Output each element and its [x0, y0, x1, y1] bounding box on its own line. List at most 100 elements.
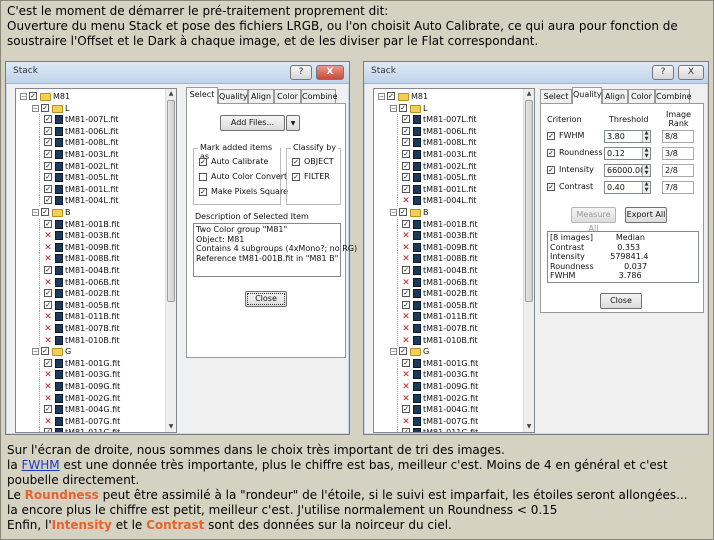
tree-row[interactable]: ✕ tM81-006B.fit — [16, 276, 164, 289]
tree-row[interactable]: ✕ tM81-009G.fit — [16, 381, 164, 393]
collapse-toggle-icon[interactable]: − — [32, 104, 39, 112]
checkbox[interactable]: ✓ — [41, 208, 49, 216]
tree-row[interactable]: ✕ tM81-007B.fit — [16, 323, 164, 335]
tree-row[interactable]: ✓ tM81-001B.fit — [16, 218, 164, 231]
threshold-spinner[interactable]: 66000.00 ▲ ▼ — [604, 164, 651, 177]
reject-icon[interactable]: ✕ — [44, 313, 52, 322]
checkbox[interactable]: ✓ — [402, 358, 410, 367]
tree-row[interactable]: ✕ tM81-008B.fit — [374, 253, 522, 265]
checkbox[interactable]: ✓ — [44, 161, 52, 170]
checkbox[interactable]: ✓ — [44, 358, 52, 367]
tree-row[interactable]: ✓ tM81-002L.fit — [16, 160, 164, 173]
tree-row[interactable]: ✓ tM81-001L.fit — [16, 183, 164, 196]
tree-row[interactable]: ✕ tM81-009B.fit — [374, 241, 522, 254]
checkbox[interactable]: ✓ — [399, 208, 407, 216]
tree-row[interactable]: ✕ tM81-010B.fit — [16, 334, 164, 347]
tree-row[interactable]: − ✓ L — [16, 103, 164, 115]
reject-icon[interactable]: ✕ — [402, 336, 410, 345]
checkbox[interactable]: ✓ — [41, 103, 49, 112]
tab-combine[interactable]: Combine — [301, 89, 338, 104]
reject-icon[interactable]: ✕ — [44, 232, 52, 241]
threshold-spinner[interactable]: 3.80 ▲ ▼ — [604, 130, 651, 143]
tree-row[interactable]: ✕ tM81-003G.fit — [16, 369, 164, 381]
tree-row[interactable]: ✕ tM81-009B.fit — [16, 241, 164, 254]
tree-row[interactable]: ✓ tM81-005B.fit — [374, 299, 522, 312]
reject-icon[interactable]: ✕ — [402, 278, 410, 287]
checkbox[interactable]: ✓ — [44, 405, 52, 414]
add-files-button[interactable]: Add Files... — [220, 115, 285, 131]
reject-icon[interactable]: ✕ — [44, 278, 52, 287]
tree-row[interactable]: − ✓ G — [374, 346, 522, 358]
checkbox[interactable]: ✓ — [44, 184, 52, 193]
tree-row[interactable]: ✓ tM81-006L.fit — [374, 125, 522, 138]
checkbox[interactable]: ✓ — [44, 126, 52, 135]
tree-row[interactable]: − ✓ L — [374, 103, 522, 115]
collapse-toggle-icon[interactable]: − — [32, 348, 39, 356]
spinner-arrows-icon[interactable]: ▲ ▼ — [642, 147, 650, 159]
reject-icon[interactable]: ✕ — [44, 255, 52, 264]
tree-row[interactable]: ✓ tM81-008L.fit — [16, 137, 164, 149]
collapse-toggle-icon[interactable]: − — [390, 209, 397, 216]
reject-icon[interactable]: ✕ — [44, 394, 52, 403]
reject-icon[interactable]: ✕ — [44, 371, 52, 380]
reject-icon[interactable]: ✕ — [44, 417, 52, 426]
scroll-down-icon[interactable]: ▼ — [167, 422, 175, 432]
tree-row[interactable]: ✓ tM81-005B.fit — [16, 299, 164, 312]
tree-scrollbar[interactable]: ▲ ▼ — [523, 89, 534, 432]
collapse-toggle-icon[interactable]: − — [32, 209, 39, 216]
checkbox[interactable] — [199, 173, 207, 181]
checkbox[interactable]: ✓ — [44, 138, 52, 147]
tree-row[interactable]: ✕ tM81-002G.fit — [16, 392, 164, 405]
help-button[interactable]: ? — [652, 65, 674, 80]
checkbox[interactable]: ✓ — [547, 166, 555, 174]
tree-row[interactable]: ✕ tM81-003G.fit — [374, 369, 522, 381]
tab-quality[interactable]: Quality — [218, 89, 248, 104]
fwhm-link[interactable]: FWHM — [22, 458, 60, 472]
criterion-row[interactable]: ✓ Contrast — [547, 182, 607, 193]
tree-row[interactable]: ✕ tM81-011B.fit — [16, 311, 164, 323]
tree-row[interactable]: ✕ tM81-010B.fit — [374, 334, 522, 347]
checkbox[interactable]: ✓ — [44, 219, 52, 228]
collapse-toggle-icon[interactable]: − — [20, 93, 27, 100]
criterion-row[interactable]: ✓ Roundness — [547, 148, 607, 159]
reject-icon[interactable]: ✕ — [402, 232, 410, 241]
collapse-toggle-icon[interactable]: − — [378, 93, 385, 100]
tree-row[interactable]: ✓ tM81-004L.fit — [16, 195, 164, 207]
checkbox[interactable]: ✓ — [547, 183, 555, 191]
checkbox[interactable]: ✓ — [199, 188, 207, 196]
mark-option[interactable]: Auto Color Convert — [199, 172, 287, 183]
tree-row[interactable]: ✓ tM81-001L.fit — [374, 183, 522, 196]
checkbox[interactable]: ✓ — [402, 219, 410, 228]
tab-color[interactable]: Color — [628, 89, 655, 104]
reject-icon[interactable]: ✕ — [402, 383, 410, 392]
checkbox[interactable]: ✓ — [44, 115, 52, 124]
help-button[interactable]: ? — [290, 65, 312, 80]
tree-row[interactable]: ✕ tM81-011B.fit — [374, 311, 522, 323]
tree-row[interactable]: − ✓ B — [16, 207, 164, 219]
checkbox[interactable]: ✓ — [402, 126, 410, 135]
tree-row[interactable]: ✓ tM81-006L.fit — [16, 125, 164, 138]
checkbox[interactable]: ✓ — [44, 196, 52, 205]
tree-row[interactable]: ✕ tM81-009G.fit — [374, 381, 522, 393]
close-window-button[interactable]: X — [316, 65, 344, 80]
tree-row[interactable]: ✕ tM81-007G.fit — [374, 415, 522, 428]
checkbox[interactable]: ✓ — [44, 428, 52, 432]
tree-row[interactable]: − ✓ B — [374, 207, 522, 219]
reject-icon[interactable]: ✕ — [44, 336, 52, 345]
tab-align[interactable]: Align — [248, 89, 274, 104]
reject-icon[interactable]: ✕ — [402, 243, 410, 252]
reject-icon[interactable]: ✕ — [44, 243, 52, 252]
tree-row[interactable]: − ✓ M81 — [16, 91, 164, 103]
tree-row[interactable]: ✕ tM81-003B.fit — [16, 230, 164, 242]
checkbox[interactable]: ✓ — [402, 150, 410, 158]
mark-option[interactable]: ✓ Make Pixels Square — [199, 187, 288, 198]
checkbox[interactable]: ✓ — [199, 158, 207, 166]
tree-row[interactable]: ✓ tM81-004G.fit — [374, 404, 522, 416]
checkbox[interactable]: ✓ — [399, 347, 407, 356]
collapse-toggle-icon[interactable]: − — [390, 348, 397, 356]
checkbox[interactable]: ✓ — [44, 289, 52, 298]
scroll-thumb[interactable] — [525, 100, 533, 302]
tree-row[interactable]: ✓ tM81-004G.fit — [16, 404, 164, 416]
tree-row[interactable]: ✓ tM81-004B.fit — [374, 265, 522, 277]
close-window-button[interactable]: X — [678, 65, 704, 80]
